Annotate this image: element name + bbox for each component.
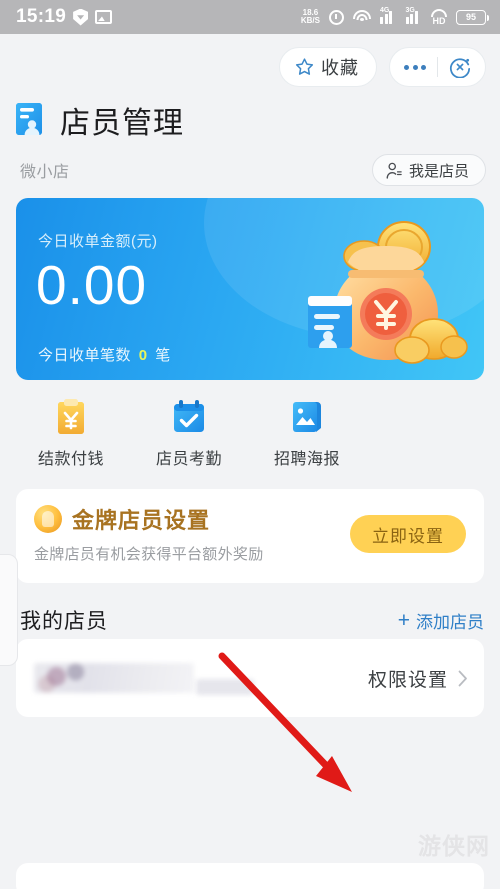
clerk-subinfo-masked — [196, 679, 254, 695]
my-clerks-section-header: 我的店员 + 添加店员 — [0, 583, 500, 635]
shop-name: 微小店 — [20, 164, 70, 181]
gold-medal-icon — [34, 505, 62, 533]
status-bar-left: 15:19 — [16, 6, 113, 28]
permission-settings-label: 权限设置 — [367, 669, 448, 691]
hd-call-icon: HD — [431, 9, 447, 26]
my-clerks-title: 我的店员 — [20, 610, 108, 633]
hd-label: HD — [432, 16, 446, 26]
status-bar: 15:19 18.6 KB/S 4G 3G HD 95 — [0, 0, 500, 34]
wifi-icon — [353, 10, 371, 24]
page-title: 店员管理 — [60, 107, 184, 140]
status-time: 15:19 — [16, 6, 67, 27]
clerk-name-masked — [34, 663, 194, 693]
revenue-count-prefix: 今日收单笔数 — [38, 347, 132, 364]
money-bag-icon — [308, 221, 468, 364]
revenue-count-value: 0 — [138, 347, 148, 364]
sim2-label: 3G — [405, 7, 415, 14]
id-card-person-icon — [16, 103, 42, 135]
quick-actions-row: 结款付钱 店员考勤 招聘海报 — [0, 380, 500, 469]
circle-close-icon[interactable] — [449, 56, 471, 78]
battery-icon: 95 — [456, 9, 489, 25]
quick-action-label: 店员考勤 — [155, 451, 222, 468]
mini-program-capsule[interactable] — [389, 47, 486, 87]
clipboard-yuan-icon — [58, 399, 84, 434]
left-edge-ghost-element — [0, 554, 18, 666]
person-switch-icon — [386, 162, 402, 179]
signal-3g-icon: 3G — [405, 7, 423, 24]
revenue-count-row: 今日收单笔数 0 笔 — [38, 344, 171, 365]
gold-card-setup-button[interactable]: 立即设置 — [350, 515, 466, 553]
plus-icon: + — [397, 608, 410, 632]
more-dots-icon[interactable] — [404, 64, 426, 70]
revenue-amount: 0.00 — [36, 254, 148, 316]
site-watermark: 游侠网 — [418, 833, 490, 859]
quick-action-label: 结款付钱 — [37, 451, 104, 468]
quick-action-label: 招聘海报 — [273, 451, 340, 468]
mini-program-page: 收藏 店员管理 微小店 我是店员 今日收单金额(元) 0.00 今日收单笔数 0… — [0, 34, 500, 889]
quick-action-attendance[interactable]: 店员考勤 — [142, 398, 236, 469]
shop-row: 微小店 我是店员 — [0, 146, 500, 188]
signal-4g-icon: 4G — [380, 7, 397, 24]
quick-action-settle-payment[interactable]: 结款付钱 — [24, 398, 118, 469]
i-am-clerk-label: 我是店员 — [408, 162, 469, 180]
favorite-button[interactable]: 收藏 — [279, 47, 377, 87]
picture-icon — [95, 10, 113, 24]
network-speed-indicator: 18.6 KB/S — [300, 8, 320, 26]
poster-image-icon — [293, 402, 321, 432]
star-icon — [295, 58, 314, 75]
gold-card-title: 金牌店员设置 — [72, 508, 211, 533]
gold-clerk-settings-card[interactable]: 金牌店员设置 金牌店员有机会获得平台额外奖励 立即设置 — [16, 489, 484, 583]
i-am-clerk-button[interactable]: 我是店员 — [371, 154, 486, 186]
clerk-row-action[interactable]: 权限设置 — [368, 665, 468, 692]
battery-level: 95 — [465, 12, 476, 22]
add-clerk-label: 添加店员 — [416, 612, 484, 632]
capsule-divider — [437, 57, 438, 77]
network-speed-unit: KB/S — [300, 16, 320, 25]
revenue-label: 今日收单金额(元) — [38, 233, 158, 250]
clerk-row[interactable]: 权限设置 — [16, 639, 484, 717]
mini-program-capsule-row: 收藏 — [0, 34, 500, 90]
page-title-row: 店员管理 — [0, 90, 500, 146]
alarm-clock-icon — [329, 9, 344, 25]
favorite-label: 收藏 — [321, 58, 359, 78]
calendar-check-icon — [174, 400, 204, 432]
quick-action-recruit-poster[interactable]: 招聘海报 — [260, 398, 354, 469]
shield-icon — [73, 8, 89, 26]
chevron-right-icon — [458, 670, 467, 686]
today-revenue-card[interactable]: 今日收单金额(元) 0.00 今日收单笔数 0 笔 — [16, 198, 484, 380]
sim1-label: 4G — [380, 7, 390, 14]
next-section-card-partial[interactable] — [16, 863, 484, 889]
status-bar-right: 18.6 KB/S 4G 3G HD 95 — [300, 7, 489, 26]
add-clerk-button[interactable]: + 添加店员 — [398, 608, 484, 633]
revenue-count-suffix: 笔 — [155, 347, 171, 364]
